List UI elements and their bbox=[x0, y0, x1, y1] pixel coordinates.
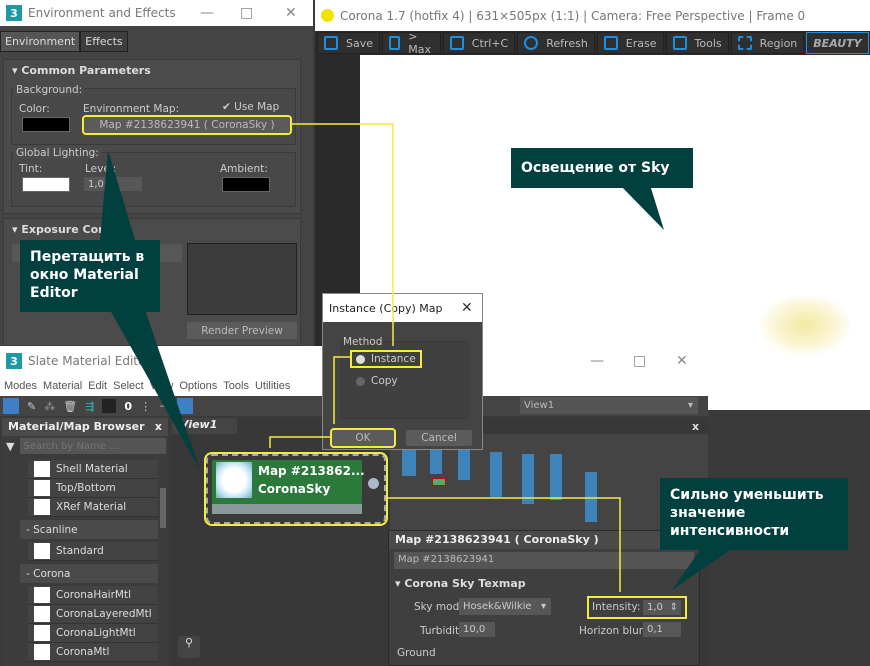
connector-node-to-intensity bbox=[385, 497, 621, 592]
connector-instance-to-ok bbox=[333, 356, 350, 424]
connector-env-to-instance bbox=[290, 123, 394, 346]
callout-intensity-tail bbox=[672, 550, 730, 590]
callout-sky-tail bbox=[620, 185, 664, 230]
annotation-overlay bbox=[100, 123, 730, 592]
callout-intensity: Сильно уменьшить значение интенсивности bbox=[660, 478, 848, 550]
connector-ok-to-node bbox=[269, 436, 330, 448]
callout-drag: Перетащить в окно Material Editor bbox=[20, 240, 160, 312]
callout-drag-tail bbox=[100, 150, 135, 240]
callout-drag-tail-lower bbox=[110, 310, 200, 470]
callout-sky: Освещение от Sky bbox=[511, 148, 693, 188]
